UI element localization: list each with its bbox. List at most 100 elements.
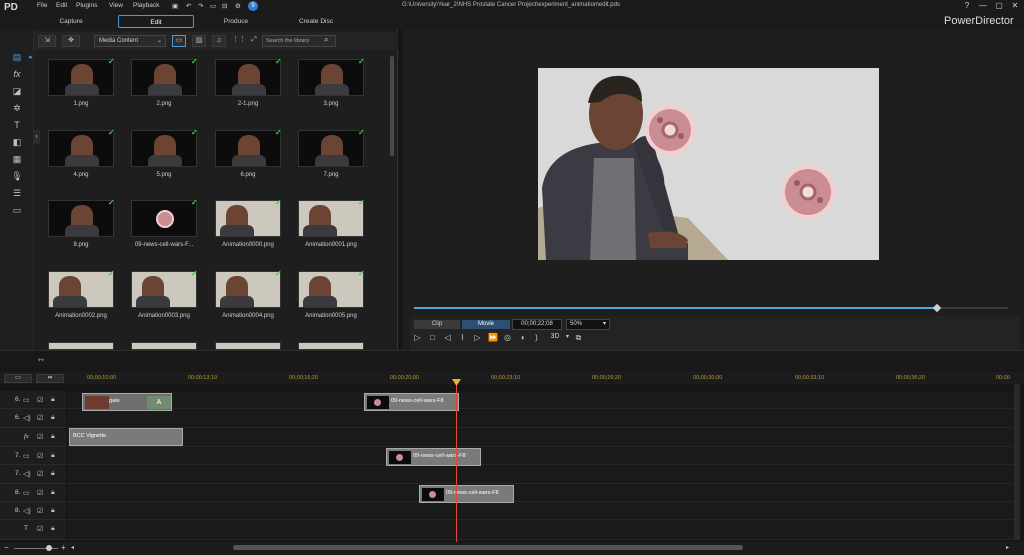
track-lane[interactable] bbox=[67, 409, 1015, 428]
track-lock-icon[interactable]: 🔒︎ bbox=[51, 433, 55, 441]
media-content-dropdown[interactable]: Media Content ⌄ bbox=[94, 35, 166, 47]
title-room-icon[interactable]: T bbox=[10, 120, 24, 132]
fx-room-icon[interactable]: fx bbox=[10, 69, 24, 81]
3d-dropdown-chevron-icon[interactable]: ▾ bbox=[563, 333, 572, 340]
tab-produce[interactable]: Produce bbox=[205, 15, 267, 28]
track-lock-icon[interactable]: 🔒︎ bbox=[51, 452, 55, 460]
media-thumbnail[interactable] bbox=[48, 271, 114, 308]
track-header[interactable] bbox=[0, 502, 66, 520]
media-thumbnail[interactable] bbox=[298, 130, 364, 167]
previous-frame-icon[interactable]: ◁ bbox=[443, 333, 452, 342]
clip-cell-wars-1[interactable]: 09-news-cell-wars-F8 bbox=[364, 393, 459, 411]
save-icon[interactable]: ▣ bbox=[172, 2, 178, 10]
import-media-icon[interactable]: ⇲ bbox=[38, 35, 56, 47]
media-thumbnail[interactable] bbox=[48, 200, 114, 237]
layout-icon[interactable]: ▭ bbox=[210, 2, 216, 10]
update-badge-icon[interactable]: 9 bbox=[248, 1, 258, 11]
track-lock-icon[interactable]: 🔒︎ bbox=[51, 396, 55, 404]
3d-mode-button[interactable]: 3D bbox=[547, 333, 563, 340]
volume-icon[interactable]: ◖ bbox=[518, 333, 527, 342]
media-thumbnail[interactable] bbox=[215, 200, 281, 237]
track-enable-checkbox[interactable]: ☑ bbox=[37, 433, 43, 441]
media-thumbnail[interactable] bbox=[131, 342, 197, 350]
media-thumbnail[interactable] bbox=[215, 342, 281, 350]
settings-gear-icon[interactable]: ⚙ bbox=[235, 2, 241, 10]
timeline-horizontal-scrollbar[interactable] bbox=[233, 545, 743, 550]
voiceover-microphone-icon[interactable]: 🎙 bbox=[10, 171, 24, 183]
track-header[interactable] bbox=[0, 391, 66, 409]
zoom-slider-handle[interactable] bbox=[46, 545, 52, 551]
media-thumbnail[interactable] bbox=[298, 59, 364, 96]
expand-icon[interactable]: ⤢ bbox=[248, 35, 260, 47]
clip-cell-wars-3[interactable]: 09-news-cell-wars-F8 bbox=[419, 485, 514, 503]
track-lock-icon[interactable]: 🔒︎ bbox=[51, 414, 55, 422]
snapshot-camera-icon[interactable]: ◎ bbox=[503, 333, 512, 342]
media-thumbnail[interactable] bbox=[298, 200, 364, 237]
timecode-display[interactable]: 00;00;22;08 bbox=[512, 319, 562, 330]
minimize-button[interactable]: — bbox=[978, 1, 988, 10]
track-lane[interactable] bbox=[67, 447, 1015, 465]
track-lock-icon[interactable]: 🔒︎ bbox=[51, 489, 55, 497]
track-lane[interactable] bbox=[67, 520, 1015, 540]
image-filter-icon[interactable]: ▨ bbox=[192, 35, 206, 47]
track-header[interactable] bbox=[0, 447, 66, 465]
audio-mixing-icon[interactable]: ▦ bbox=[10, 154, 24, 166]
clip-cell-wars-2[interactable]: 09-news-cell-wars-F8 bbox=[386, 448, 481, 466]
next-frame-icon[interactable]: ▷ bbox=[473, 333, 482, 342]
menu-view[interactable]: View bbox=[109, 2, 123, 9]
panel-divider[interactable] bbox=[0, 350, 1024, 372]
track-lane[interactable] bbox=[67, 391, 1015, 409]
track-enable-checkbox[interactable]: ☑ bbox=[37, 489, 43, 497]
scroll-right-arrow-icon[interactable]: ▸ bbox=[1006, 544, 1009, 551]
menu-playback[interactable]: Playback bbox=[133, 2, 159, 9]
scroll-left-arrow-icon[interactable]: ◂ bbox=[71, 544, 74, 551]
zoom-out-icon[interactable]: − bbox=[4, 543, 9, 552]
timeline-vertical-scrollbar[interactable] bbox=[1014, 384, 1020, 540]
track-lane[interactable] bbox=[67, 465, 1015, 484]
media-thumbnail[interactable] bbox=[131, 271, 197, 308]
track-enable-checkbox[interactable]: ☑ bbox=[37, 414, 43, 422]
preview-canvas[interactable] bbox=[538, 68, 879, 260]
undo-icon[interactable]: ↶ bbox=[186, 2, 191, 10]
tab-capture[interactable]: Capture bbox=[40, 15, 102, 28]
media-thumbnail[interactable] bbox=[48, 130, 114, 167]
close-button[interactable]: ✕ bbox=[1010, 1, 1020, 10]
volume-wave-icon[interactable]: ) bbox=[532, 333, 541, 342]
chapter-room-icon[interactable]: ☰ bbox=[10, 188, 24, 200]
media-thumbnail[interactable] bbox=[298, 342, 364, 350]
media-thumbnail[interactable] bbox=[131, 59, 197, 96]
media-thumbnail[interactable] bbox=[298, 271, 364, 308]
media-thumbnail[interactable] bbox=[48, 342, 114, 350]
track-enable-checkbox[interactable]: ☑ bbox=[37, 396, 43, 404]
movie-mode-button[interactable]: Movie bbox=[462, 320, 510, 329]
track-lane[interactable] bbox=[67, 428, 1015, 447]
media-thumbnail[interactable] bbox=[215, 271, 281, 308]
expand-panel-chevron-icon[interactable]: › bbox=[33, 130, 40, 144]
media-room-icon[interactable]: ▤ bbox=[10, 52, 24, 64]
track-header[interactable] bbox=[0, 520, 66, 540]
library-scrollbar[interactable] bbox=[390, 56, 394, 156]
audio-filter-icon[interactable]: ♫ bbox=[212, 35, 226, 47]
clip-bcc-vignette[interactable]: BCC Vignette bbox=[69, 428, 183, 446]
track-header[interactable] bbox=[0, 428, 66, 447]
plugin-puzzle-icon[interactable]: ✥ bbox=[62, 35, 80, 47]
play-icon[interactable]: ▷ bbox=[413, 333, 422, 342]
video-filter-icon[interactable]: ▭ bbox=[172, 35, 186, 47]
undock-preview-icon[interactable]: ⧉ bbox=[574, 333, 583, 343]
zoom-in-icon[interactable]: + bbox=[61, 543, 66, 552]
menu-plugins[interactable]: Plugins bbox=[76, 2, 97, 9]
track-lane[interactable] bbox=[67, 502, 1015, 520]
menu-edit[interactable]: Edit bbox=[56, 2, 67, 9]
media-thumbnail[interactable] bbox=[215, 59, 281, 96]
storyboard-view-icon[interactable]: ▭ bbox=[4, 374, 32, 383]
track-header[interactable] bbox=[0, 484, 66, 502]
monitor-icon[interactable]: ⊟ bbox=[222, 2, 227, 10]
track-enable-checkbox[interactable]: ☑ bbox=[37, 507, 43, 515]
zoom-dropdown[interactable]: 50% ▾ bbox=[566, 319, 610, 330]
split-icon[interactable]: ⌇ bbox=[458, 333, 467, 342]
fit-timeline-icon[interactable]: ⇿ bbox=[38, 356, 44, 364]
subtitle-room-icon[interactable]: ▭ bbox=[10, 205, 24, 217]
clip-mode-button[interactable]: Clip bbox=[414, 320, 460, 329]
search-icon[interactable]: ⌕ bbox=[324, 35, 328, 45]
timeline-playhead[interactable] bbox=[456, 384, 457, 542]
